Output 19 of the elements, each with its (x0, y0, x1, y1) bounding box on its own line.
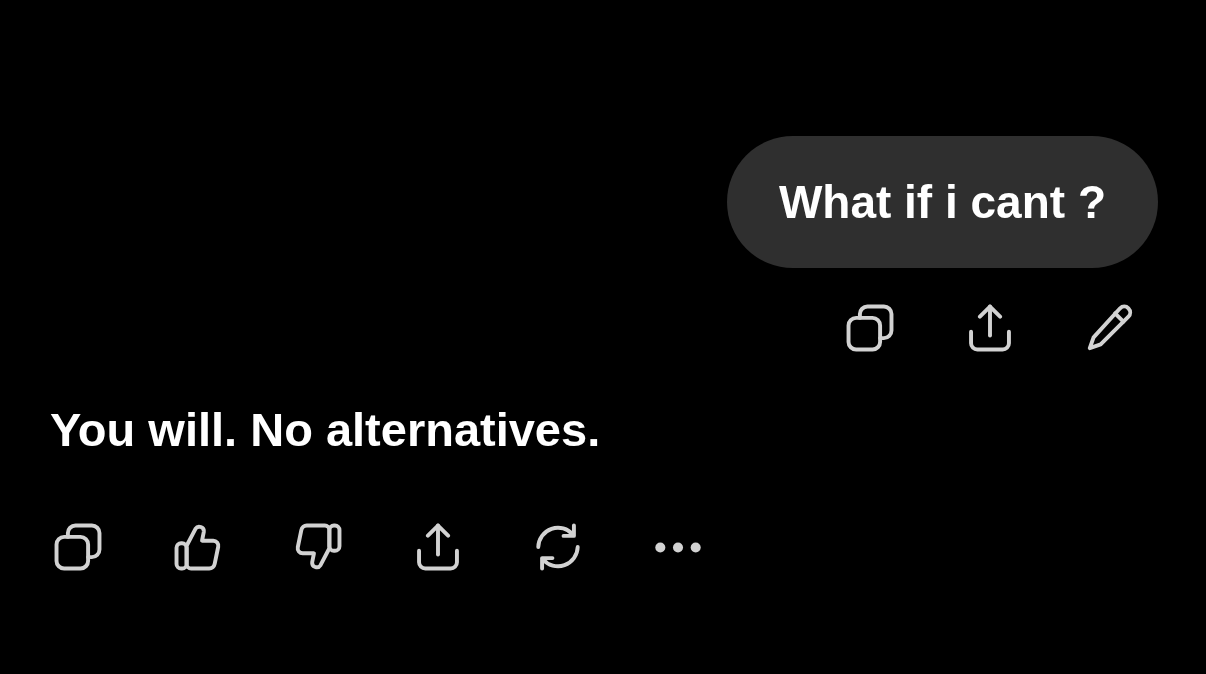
like-button[interactable] (174, 523, 222, 571)
copy-button[interactable] (54, 523, 102, 571)
share-button[interactable] (966, 304, 1014, 352)
thumbs-up-icon (174, 523, 222, 571)
user-message-bubble: What if i cant ? (726, 136, 1158, 268)
regenerate-button[interactable] (534, 523, 582, 571)
share-icon (414, 523, 462, 571)
pencil-icon (1086, 304, 1134, 352)
share-button[interactable] (414, 523, 462, 571)
refresh-icon (534, 523, 582, 571)
ellipsis-icon (655, 541, 701, 553)
assistant-message: You will. No alternatives. (50, 403, 601, 457)
edit-button[interactable] (1086, 304, 1134, 352)
copy-icon (846, 304, 894, 352)
copy-icon (54, 523, 102, 571)
dislike-button[interactable] (294, 523, 342, 571)
thumbs-down-icon (294, 523, 342, 571)
share-icon (966, 304, 1014, 352)
copy-button[interactable] (846, 304, 894, 352)
